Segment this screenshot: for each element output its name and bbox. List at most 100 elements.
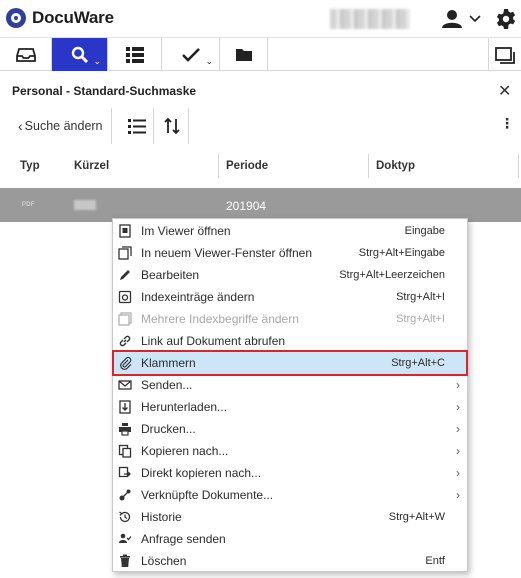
menu-item-history[interactable]: Historie Strg+Alt+W bbox=[113, 506, 467, 528]
menu-item-label: Mehrere Indexbegriffe ändern bbox=[141, 312, 299, 326]
download-icon bbox=[119, 400, 131, 414]
menu-item-shortcut: Strg+Alt+C bbox=[391, 357, 445, 369]
menu-item-shortcut: Strg+Alt+I bbox=[396, 291, 445, 303]
window-layout-button[interactable] bbox=[488, 38, 521, 71]
more-options-icon[interactable]: ⋮ bbox=[500, 116, 514, 130]
menu-item-label: Link auf Dokument abrufen bbox=[141, 334, 286, 348]
chevron-down-icon: ⌄ bbox=[93, 56, 101, 66]
folder-button[interactable] bbox=[220, 38, 268, 71]
new-window-icon bbox=[118, 246, 132, 260]
paperclip-icon bbox=[120, 356, 132, 370]
menu-item-label: Anfrage senden bbox=[141, 532, 226, 546]
chevron-right-icon: › bbox=[456, 400, 460, 414]
tasks-button[interactable]: ⌄ bbox=[162, 38, 220, 71]
user-icon bbox=[442, 10, 481, 28]
menu-item-shortcut: Eingabe bbox=[404, 225, 445, 237]
pdf-file-icon: PDF bbox=[22, 202, 35, 208]
search-icon bbox=[71, 46, 88, 63]
menu-item-label: Drucken... bbox=[141, 422, 196, 436]
menu-item-edit-index[interactable]: Indexeinträge ändern Strg+Alt+I bbox=[113, 286, 467, 308]
menu-item-clip[interactable]: Klammern Strg+Alt+C bbox=[112, 350, 468, 376]
menu-item-label: Löschen bbox=[141, 554, 187, 568]
document-context-menu: Im Viewer öffnen Eingabe In neuem Viewer… bbox=[112, 218, 468, 572]
multi-index-icon bbox=[118, 312, 132, 326]
docuware-logo: DocuWare bbox=[6, 8, 114, 28]
search-dialog-title-bar: Personal - Standard-Suchmaske ✕ bbox=[0, 71, 521, 111]
history-icon bbox=[119, 511, 131, 523]
menu-item-label: Klammern bbox=[141, 356, 196, 370]
user-menu-button[interactable] bbox=[440, 8, 484, 30]
sort-icon bbox=[163, 117, 180, 135]
menu-item-get-link[interactable]: Link auf Dokument abrufen bbox=[113, 330, 467, 352]
result-table-header: Typ Kürzel Periode Doktyp bbox=[0, 152, 521, 180]
menu-item-label: Herunterladen... bbox=[141, 400, 228, 414]
gear-icon bbox=[496, 9, 516, 29]
chevron-right-icon: › bbox=[456, 444, 460, 458]
tray-button[interactable] bbox=[0, 38, 52, 71]
column-divider[interactable] bbox=[218, 154, 219, 178]
link-icon bbox=[119, 335, 131, 347]
sort-button[interactable] bbox=[155, 108, 189, 144]
page-title: Personal - Standard-Suchmaske bbox=[12, 84, 197, 98]
direct-copy-icon bbox=[118, 466, 131, 478]
list-layout-icon bbox=[127, 119, 146, 134]
main-toolbar: ⌄ ⌄ bbox=[0, 38, 521, 71]
chevron-right-icon: › bbox=[456, 422, 460, 436]
menu-item-edit-multiple-index: Mehrere Indexbegriffe ändern Strg+Alt+I bbox=[113, 308, 467, 330]
linked-docs-icon bbox=[119, 489, 131, 501]
index-edit-icon bbox=[118, 290, 132, 304]
menu-item-shortcut: Strg+Alt+Leerzeichen bbox=[339, 269, 445, 281]
folder-icon bbox=[235, 49, 252, 61]
window-layout-icon bbox=[495, 46, 515, 64]
menu-item-label: In neuem Viewer-Fenster öffnen bbox=[141, 246, 312, 260]
menu-item-label: Verknüpfte Dokumente... bbox=[141, 488, 274, 502]
chevron-left-icon: ‹ bbox=[18, 118, 23, 134]
menu-item-label: Kopieren nach... bbox=[141, 444, 229, 458]
search-button[interactable]: ⌄ bbox=[52, 38, 108, 71]
menu-item-open-viewer[interactable]: Im Viewer öffnen Eingabe bbox=[113, 220, 467, 242]
menu-item-delete[interactable]: Löschen Entf bbox=[113, 550, 467, 572]
menu-item-shortcut: Strg+Alt+I bbox=[396, 313, 445, 325]
column-header-kuerzel[interactable]: Kürzel bbox=[74, 152, 109, 180]
column-divider[interactable] bbox=[518, 154, 519, 178]
docuware-logo-icon bbox=[6, 8, 26, 28]
printer-icon bbox=[119, 423, 131, 436]
column-header-typ[interactable]: Typ bbox=[20, 152, 40, 180]
change-search-button[interactable]: ‹ Suche ändern bbox=[18, 108, 112, 144]
menu-item-linked-documents[interactable]: Verknüpfte Dokumente... › bbox=[113, 484, 467, 506]
settings-button[interactable] bbox=[494, 7, 518, 31]
menu-item-label: Bearbeiten bbox=[141, 268, 200, 282]
menu-item-label: Historie bbox=[141, 510, 182, 524]
period-cell: 201904 bbox=[226, 199, 267, 213]
table-row[interactable]: PDF 201904 bbox=[0, 188, 521, 222]
request-icon bbox=[119, 533, 132, 543]
menu-item-print[interactable]: Drucken... › bbox=[113, 418, 467, 440]
user-name-blurred bbox=[330, 9, 410, 29]
menu-item-label: Direkt kopieren nach... bbox=[141, 466, 262, 480]
menu-item-shortcut: Strg+Alt+Eingabe bbox=[358, 247, 445, 259]
list-view-button[interactable] bbox=[108, 38, 162, 71]
menu-item-copy-to[interactable]: Kopieren nach... › bbox=[113, 440, 467, 462]
column-divider[interactable] bbox=[368, 154, 369, 178]
viewer-icon bbox=[119, 224, 131, 238]
column-header-doktyp[interactable]: Doktyp bbox=[376, 152, 415, 180]
menu-item-label: Im Viewer öffnen bbox=[141, 224, 231, 238]
menu-item-direct-copy[interactable]: Direkt kopieren nach... › bbox=[113, 462, 467, 484]
menu-item-send[interactable]: Senden... › bbox=[113, 374, 467, 396]
menu-item-label: Senden... bbox=[141, 378, 193, 392]
menu-item-send-request[interactable]: Anfrage senden bbox=[113, 528, 467, 550]
list-layout-button[interactable] bbox=[120, 108, 154, 144]
column-header-periode[interactable]: Periode bbox=[226, 152, 268, 180]
menu-item-open-new-viewer[interactable]: In neuem Viewer-Fenster öffnen Strg+Alt+… bbox=[113, 242, 467, 264]
close-icon[interactable]: ✕ bbox=[498, 81, 511, 101]
envelope-icon bbox=[118, 380, 132, 390]
menu-item-download[interactable]: Herunterladen... › bbox=[113, 396, 467, 418]
list-icon bbox=[125, 46, 144, 63]
app-header: DocuWare bbox=[0, 0, 521, 38]
menu-item-edit[interactable]: Bearbeiten Strg+Alt+Leerzeichen bbox=[113, 264, 467, 286]
menu-item-label: Indexeinträge ändern bbox=[141, 290, 255, 304]
result-action-bar: ‹ Suche ändern ⋮ bbox=[0, 108, 521, 144]
app-name: DocuWare bbox=[32, 8, 114, 27]
chevron-right-icon: › bbox=[456, 466, 460, 480]
abbreviation-blurred bbox=[74, 200, 96, 210]
